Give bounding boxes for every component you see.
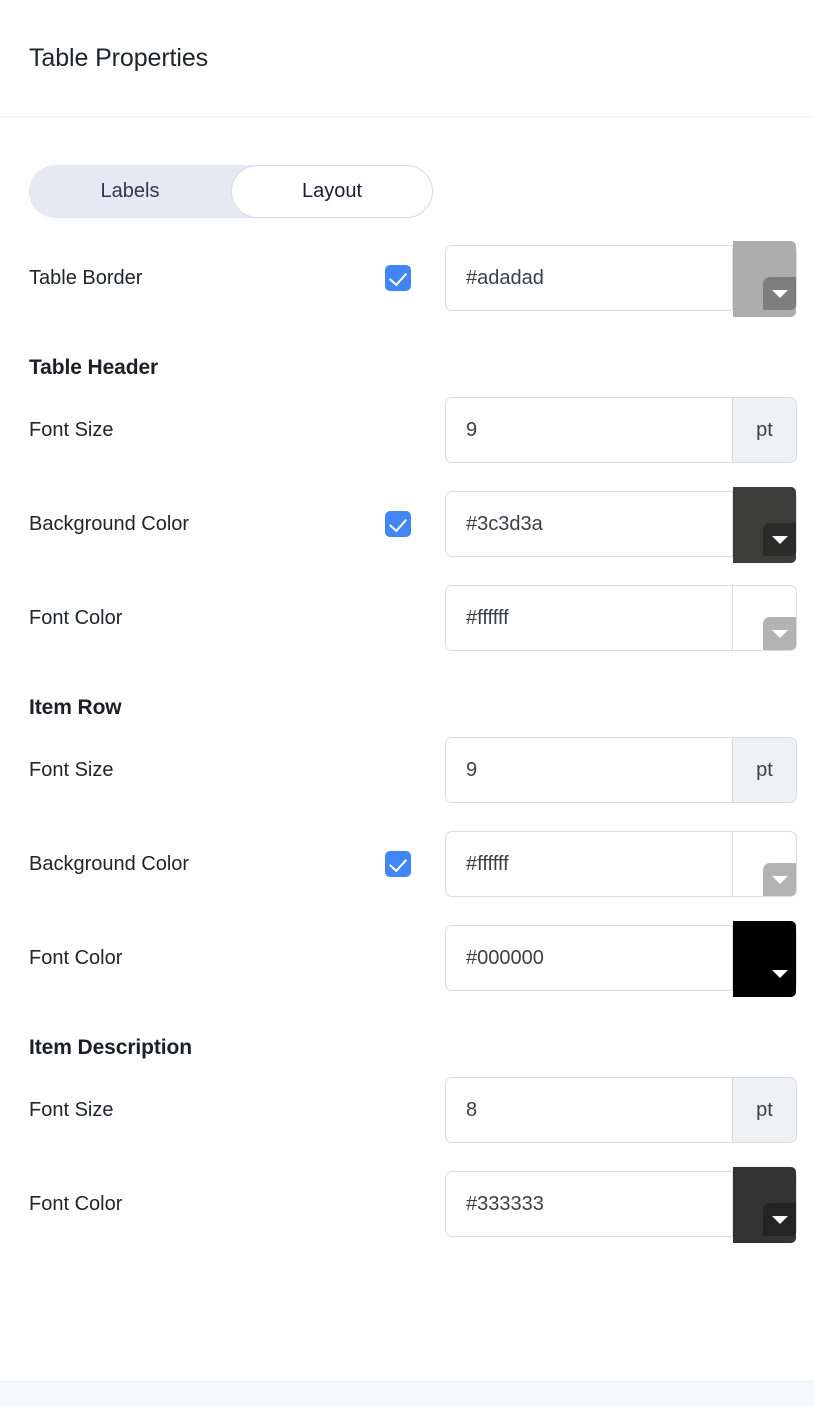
checkbox-slot-table-border bbox=[385, 265, 445, 291]
page-title: Table Properties bbox=[29, 43, 209, 72]
tab-layout[interactable]: Layout bbox=[231, 165, 433, 218]
label-item-row-background-color: Background Color bbox=[29, 852, 190, 875]
number-input-group-table-header-font-size: pt bbox=[445, 397, 797, 463]
color-swatch-table-header-font[interactable] bbox=[732, 586, 796, 650]
label-table-header-font-size: Font Size bbox=[29, 418, 114, 441]
color-swatch-item-description-font[interactable] bbox=[732, 1167, 796, 1243]
checkbox-slot bbox=[385, 605, 445, 631]
font-size-input-item-row[interactable] bbox=[446, 738, 732, 802]
row-item-description-font-color: Font Color bbox=[29, 1167, 797, 1243]
checkbox-slot bbox=[385, 417, 445, 443]
number-input-group-item-row-font-size: pt bbox=[445, 737, 797, 803]
panel-body: Labels Layout Table Border #adadad Table… bbox=[0, 165, 814, 1243]
row-table-header-font-size: Font Size pt bbox=[29, 396, 797, 464]
checkbox-slot-item-row-background-color bbox=[385, 851, 445, 877]
color-value-input-table-header-background[interactable] bbox=[446, 492, 732, 556]
checkbox-slot bbox=[385, 945, 445, 971]
chevron-down-icon[interactable] bbox=[763, 277, 796, 310]
tab-switcher: Labels Layout bbox=[29, 165, 433, 218]
label-table-header-background-color: Background Color bbox=[29, 512, 190, 535]
chevron-down-icon[interactable] bbox=[763, 863, 796, 896]
checkbox-table-header-background-color[interactable] bbox=[385, 511, 411, 537]
color-swatch-item-row-background[interactable] bbox=[732, 832, 796, 896]
color-input-group-table-border bbox=[445, 241, 797, 317]
unit-label-pt: pt bbox=[732, 738, 796, 802]
panel-header: Table Properties bbox=[0, 0, 814, 117]
checkbox-slot bbox=[385, 757, 445, 783]
section-heading-table-header: Table Header bbox=[29, 356, 159, 379]
bottom-bar bbox=[0, 1381, 814, 1406]
checkbox-slot-table-header-background-color bbox=[385, 511, 445, 537]
label-item-description-font-size: Font Size bbox=[29, 1098, 114, 1121]
chevron-down-icon[interactable] bbox=[763, 957, 796, 990]
table-properties-panel: Table Properties Labels Layout Table Bor… bbox=[0, 0, 814, 1406]
label-item-row-font-color: Font Color bbox=[29, 946, 123, 969]
color-input-group-item-row-background bbox=[445, 831, 797, 897]
checkbox-table-border[interactable] bbox=[385, 265, 411, 291]
row-table-border: Table Border bbox=[29, 241, 797, 317]
color-input-group-table-header-background bbox=[445, 487, 797, 563]
font-size-input-item-description[interactable] bbox=[446, 1078, 732, 1142]
section-heading-item-description: Item Description bbox=[29, 1036, 192, 1059]
color-swatch-table-header-background[interactable] bbox=[732, 487, 796, 563]
label-table-header-font-color: Font Color bbox=[29, 606, 123, 629]
unit-label-pt: pt bbox=[732, 398, 796, 462]
label-item-description-font-color: Font Color bbox=[29, 1192, 123, 1215]
color-input-group-item-description-font bbox=[445, 1167, 797, 1243]
chevron-down-icon[interactable] bbox=[763, 523, 796, 556]
chevron-down-icon[interactable] bbox=[763, 617, 796, 650]
row-item-row-background-color: Background Color bbox=[29, 830, 797, 898]
checkbox-item-row-background-color[interactable] bbox=[385, 851, 411, 877]
row-item-description-font-size: Font Size pt bbox=[29, 1076, 797, 1144]
tab-labels[interactable]: Labels bbox=[29, 165, 231, 218]
row-table-header-background-color: Background Color bbox=[29, 487, 797, 563]
unit-label-pt: pt bbox=[732, 1078, 796, 1142]
label-item-row-font-size: Font Size bbox=[29, 758, 114, 781]
color-swatch-table-border[interactable] bbox=[732, 241, 796, 317]
label-table-border: Table Border bbox=[29, 266, 143, 289]
color-value-input-item-row-background[interactable] bbox=[446, 832, 732, 896]
checkbox-slot bbox=[385, 1191, 445, 1217]
checkbox-slot bbox=[385, 1097, 445, 1123]
font-size-input-table-header[interactable] bbox=[446, 398, 732, 462]
color-value-input-table-border[interactable] bbox=[446, 246, 732, 310]
tab-labels-text: Labels bbox=[100, 180, 160, 202]
color-input-group-item-row-font bbox=[445, 921, 797, 997]
color-value-input-item-description-font[interactable] bbox=[446, 1172, 732, 1236]
section-heading-item-row: Item Row bbox=[29, 696, 122, 719]
color-value-input-table-header-font[interactable] bbox=[446, 586, 732, 650]
color-value-input-item-row-font[interactable] bbox=[446, 926, 732, 990]
color-swatch-item-row-font[interactable] bbox=[732, 921, 796, 997]
row-item-row-font-size: Font Size pt bbox=[29, 736, 797, 804]
color-input-group-table-header-font bbox=[445, 585, 797, 651]
row-item-row-font-color: Font Color bbox=[29, 921, 797, 997]
chevron-down-icon[interactable] bbox=[763, 1203, 796, 1236]
number-input-group-item-description-font-size: pt bbox=[445, 1077, 797, 1143]
tab-layout-text: Layout bbox=[301, 180, 363, 202]
row-table-header-font-color: Font Color bbox=[29, 584, 797, 652]
